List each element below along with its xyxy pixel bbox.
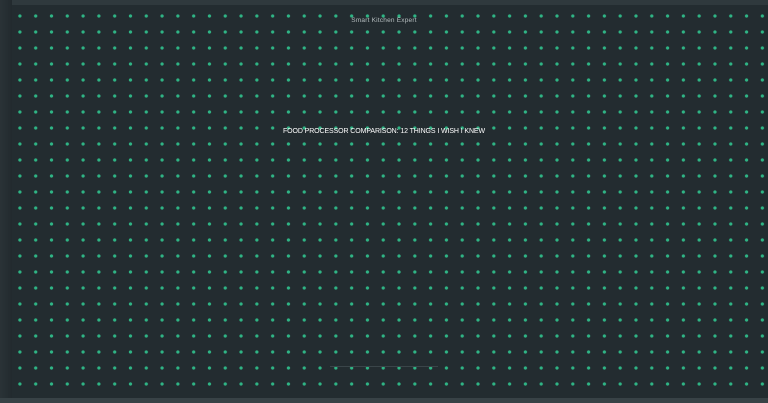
video-title: FOOD PROCESSOR COMPARISON: 12 THINGS I W… xyxy=(282,128,486,135)
left-border xyxy=(0,0,12,403)
dot-pattern-background xyxy=(12,6,768,398)
top-border xyxy=(0,0,768,5)
bottom-border xyxy=(0,398,768,403)
divider-line xyxy=(330,366,438,367)
channel-name: Smart Kitchen Expert xyxy=(351,17,417,24)
video-thumbnail[interactable]: Smart Kitchen Expert FOOD PROCESSOR COMP… xyxy=(0,0,768,403)
